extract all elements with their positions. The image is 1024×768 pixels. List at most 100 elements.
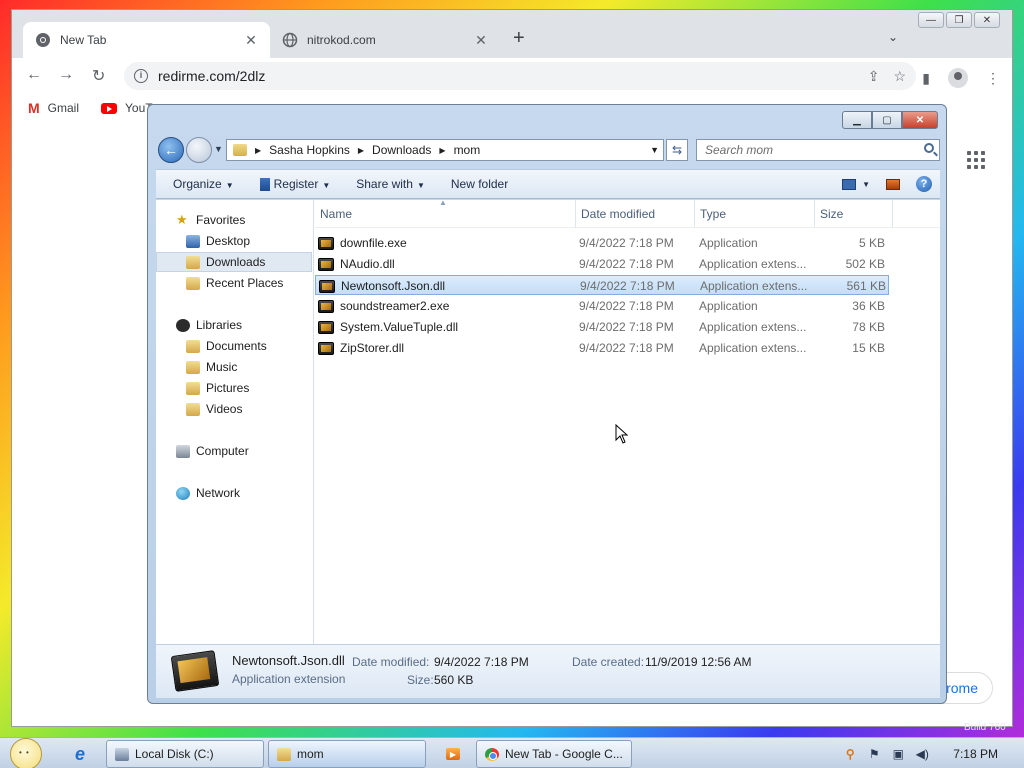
videos-icon: [186, 402, 200, 416]
column-header-size[interactable]: Size: [815, 200, 893, 228]
file-date-modified: 9/4/2022 7:18 PM: [579, 320, 674, 334]
column-header-date-modified[interactable]: Date modified: [576, 200, 695, 228]
chevron-right-icon[interactable]: ▶: [439, 146, 445, 155]
share-icon[interactable]: ⇪: [868, 68, 880, 85]
nav-computer[interactable]: Computer: [156, 441, 312, 461]
application-file-icon: [319, 279, 335, 293]
breadcrumb-mom[interactable]: mom: [454, 143, 481, 157]
chevron-right-icon[interactable]: ▶: [255, 146, 261, 155]
bookmark-star-icon[interactable]: ☆: [893, 68, 906, 85]
minimize-icon[interactable]: —: [918, 12, 944, 28]
help-icon[interactable]: ?: [916, 176, 932, 192]
breadcrumb[interactable]: ▶ Sasha Hopkins ▶ Downloads ▶ mom ▼: [226, 139, 664, 161]
close-tab-icon[interactable]: ✕: [244, 32, 258, 49]
close-icon[interactable]: ✕: [902, 111, 938, 129]
nav-documents[interactable]: Documents: [156, 336, 312, 356]
preview-pane-icon[interactable]: [886, 178, 900, 190]
file-list-pane: ▲ Name Date modified Type Size downfile.…: [315, 198, 940, 644]
file-name-cell: soundstreamer2.exe: [318, 296, 573, 316]
start-button[interactable]: [10, 738, 42, 768]
nav-videos[interactable]: Videos: [156, 399, 312, 419]
chevron-down-icon: ▼: [862, 179, 870, 189]
file-date-modified: 9/4/2022 7:18 PM: [579, 236, 674, 250]
file-row[interactable]: soundstreamer2.exe 9/4/2022 7:18 PM Applic…: [315, 296, 889, 316]
file-row[interactable]: downfile.exe 9/4/2022 7:18 PM Application 5…: [315, 233, 889, 253]
chevron-right-icon[interactable]: ▶: [358, 146, 364, 155]
file-row[interactable]: ZipStorer.dll 9/4/2022 7:18 PM Application…: [315, 338, 889, 358]
search-icon[interactable]: [924, 143, 934, 153]
details-size-label: Size:: [407, 673, 434, 687]
pictures-icon: [186, 381, 200, 395]
file-row[interactable]: Newtonsoft.Json.dll 9/4/2022 7:18 PM Appli…: [315, 275, 889, 295]
nav-libraries[interactable]: Libraries: [156, 315, 312, 335]
breadcrumb-sasha-hopkins[interactable]: Sasha Hopkins: [269, 143, 350, 157]
file-row[interactable]: System.ValueTuple.dll 9/4/2022 7:18 PM App…: [315, 317, 889, 337]
action-center-flag-icon[interactable]: ⚑: [867, 747, 881, 761]
breadcrumb-downloads[interactable]: Downloads: [372, 143, 431, 157]
minimize-icon[interactable]: ▁: [842, 111, 872, 129]
tab-new-tab[interactable]: New Tab ✕: [23, 22, 270, 58]
column-header-type[interactable]: Type: [695, 200, 815, 228]
bookmark-gmail[interactable]: M Gmail: [28, 100, 79, 116]
folder-icon: [233, 144, 247, 156]
side-panel-icon[interactable]: ▮: [922, 70, 930, 87]
browser-toolbar: ← → ↻ i redirme.com/2dlz ⇪ ☆ ▮ ⋮: [12, 58, 1012, 94]
restore-icon[interactable]: ❐: [946, 12, 972, 28]
clock[interactable]: 7:18 PM: [953, 747, 998, 761]
chevron-down-icon[interactable]: ▼: [650, 145, 659, 155]
tab-search-icon[interactable]: ⌄: [888, 30, 898, 44]
share-with-button[interactable]: Share with ▼: [356, 177, 425, 191]
new-folder-button[interactable]: New folder: [451, 177, 508, 191]
change-view-button[interactable]: ▼: [842, 178, 870, 190]
nav-pictures[interactable]: Pictures: [156, 378, 312, 398]
close-icon[interactable]: ✕: [974, 12, 1000, 28]
file-name: ZipStorer.dll: [340, 341, 405, 355]
close-tab-icon[interactable]: ✕: [474, 32, 488, 49]
nav-music[interactable]: Music: [156, 357, 312, 377]
nav-recent-places[interactable]: Recent Places: [156, 273, 312, 293]
organize-label: Organize: [173, 177, 222, 191]
file-size: 15 KB: [852, 341, 885, 355]
nav-desktop[interactable]: Desktop: [156, 231, 312, 251]
file-name: Newtonsoft.Json.dll: [341, 279, 446, 293]
organize-button[interactable]: Organize ▼: [173, 177, 234, 191]
file-row[interactable]: NAudio.dll 9/4/2022 7:18 PM Application ex…: [315, 254, 889, 274]
history-dropdown-icon[interactable]: ▼: [214, 144, 223, 154]
profile-avatar-icon[interactable]: [948, 68, 968, 88]
column-header-name[interactable]: Name: [315, 200, 576, 228]
volume-icon[interactable]: ◀): [915, 747, 929, 761]
apps-grid-icon[interactable]: [967, 151, 985, 169]
nav-network[interactable]: Network: [156, 483, 312, 503]
site-info-icon[interactable]: i: [134, 69, 148, 83]
maximize-icon[interactable]: ▢: [872, 111, 902, 129]
address-bar[interactable]: i redirme.com/2dlz ⇪ ☆: [124, 62, 916, 90]
share-with-label: Share with: [356, 177, 413, 191]
search-input[interactable]: Search mom: [696, 139, 940, 161]
taskbar-chrome[interactable]: New Tab - Google C...: [476, 740, 632, 768]
taskbar-mom-folder[interactable]: mom: [268, 740, 426, 768]
nav-downloads[interactable]: Downloads: [156, 252, 312, 272]
forward-arrow-icon[interactable]: →: [58, 66, 74, 84]
url-text: redirme.com/2dlz: [158, 68, 266, 84]
menu-kebab-icon[interactable]: ⋮: [986, 70, 1000, 87]
nav-favorites[interactable]: ★ Favorites: [156, 210, 312, 230]
taskbar-button-label: New Tab - Google C...: [505, 747, 623, 761]
taskbar-local-disk[interactable]: Local Disk (C:): [106, 740, 264, 768]
internet-explorer-icon[interactable]: e: [60, 742, 100, 766]
network-tray-icon[interactable]: ▣: [891, 747, 905, 761]
refresh-icon[interactable]: ⇆: [666, 139, 688, 161]
new-tab-button[interactable]: +: [513, 28, 525, 48]
search-tray-icon[interactable]: ⚲: [843, 747, 857, 761]
chrome-icon: [485, 747, 499, 761]
file-date-modified: 9/4/2022 7:18 PM: [579, 299, 674, 313]
reload-icon[interactable]: ↻: [92, 66, 105, 86]
nav-label: Documents: [206, 339, 267, 353]
back-arrow-icon[interactable]: ←: [26, 66, 42, 84]
navigation-pane: ★ Favorites Desktop Downloads Recent Pla…: [156, 200, 314, 644]
tab-nitrokod[interactable]: nitrokod.com ✕: [270, 22, 500, 58]
register-button[interactable]: Register ▼: [259, 177, 330, 192]
media-player-button[interactable]: ▶: [438, 742, 468, 766]
back-arrow-icon[interactable]: ←: [158, 137, 184, 163]
forward-arrow-icon[interactable]: [186, 137, 212, 163]
libraries-icon: [176, 318, 190, 332]
